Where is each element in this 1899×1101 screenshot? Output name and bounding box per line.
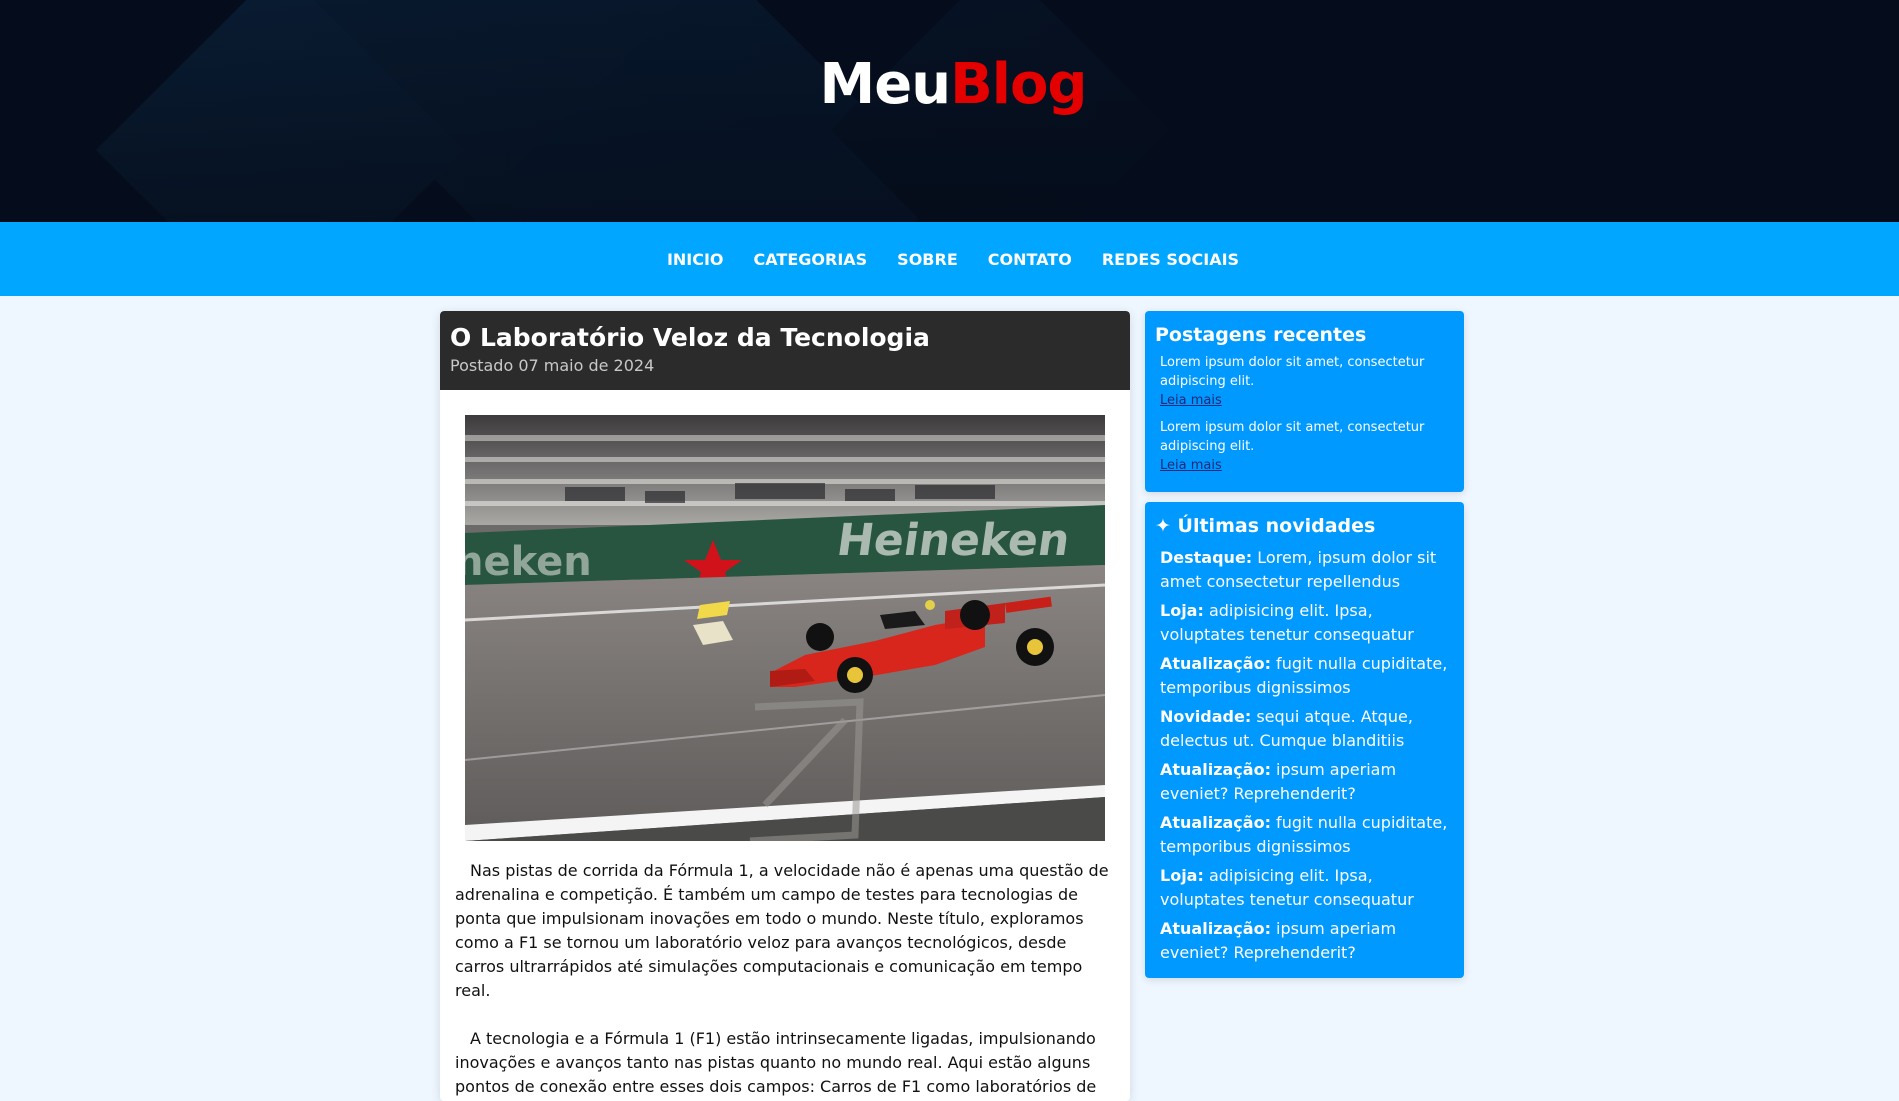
f1-car-illustration: Heineken neken: [465, 415, 1105, 841]
article-image: Heineken neken: [465, 415, 1105, 841]
nav-item-sobre[interactable]: SOBRE: [897, 250, 958, 269]
news-label: Atualização:: [1160, 760, 1271, 779]
recent-post-item: Lorem ipsum dolor sit amet, consectetur …: [1155, 418, 1454, 475]
article-body: Nas pistas de corrida da Fórmula 1, a ve…: [455, 859, 1115, 1101]
article-header: O Laboratório Veloz da Tecnologia Postad…: [440, 311, 1130, 390]
site-logo[interactable]: MeuBlog: [0, 52, 1899, 117]
news-label: Novidade:: [1160, 707, 1252, 726]
nav-item-redes-sociais[interactable]: REDES SOCIAIS: [1102, 250, 1239, 269]
news-list: Destaque: Lorem, ipsum dolor sit amet co…: [1155, 546, 1454, 965]
news-label: Destaque:: [1160, 548, 1253, 567]
latest-news-title: ✦ Últimas novidades: [1155, 515, 1376, 537]
recent-posts-card: Postagens recentes Lorem ipsum dolor sit…: [1145, 311, 1464, 492]
recent-post-text: Lorem ipsum dolor sit amet, consectetur …: [1160, 355, 1425, 389]
site-header: MeuBlog: [0, 0, 1899, 222]
news-label: Atualização:: [1160, 919, 1271, 938]
logo-text-meu: Meu: [819, 52, 951, 117]
news-item[interactable]: Loja: adipisicing elit. Ipsa, voluptates…: [1160, 599, 1454, 647]
news-item[interactable]: Atualização: ipsum aperiam eveniet? Repr…: [1160, 758, 1454, 806]
nav-item-categorias[interactable]: CATEGORIAS: [754, 250, 868, 269]
latest-news-card: ✦ Últimas novidades Destaque: Lorem, ips…: [1145, 502, 1464, 978]
recent-post-text: Lorem ipsum dolor sit amet, consectetur …: [1160, 420, 1425, 454]
news-item[interactable]: Atualização: fugit nulla cupiditate, tem…: [1160, 811, 1454, 859]
article-title[interactable]: O Laboratório Veloz da Tecnologia: [450, 322, 1120, 354]
article-paragraph: Nas pistas de corrida da Fórmula 1, a ve…: [455, 861, 1109, 1000]
news-item[interactable]: Novidade: sequi atque. Atque, delectus u…: [1160, 705, 1454, 753]
read-more-link[interactable]: Leia mais: [1160, 391, 1454, 410]
news-item[interactable]: Destaque: Lorem, ipsum dolor sit amet co…: [1160, 546, 1454, 594]
news-item[interactable]: Atualização: fugit nulla cupiditate, tem…: [1160, 652, 1454, 700]
news-item[interactable]: Atualização: ipsum aperiam eveniet? Repr…: [1160, 917, 1454, 965]
main-nav: INICIO CATEGORIAS SOBRE CONTATO REDES SO…: [0, 222, 1899, 296]
nav-item-inicio[interactable]: INICIO: [667, 250, 724, 269]
recent-post-item: Lorem ipsum dolor sit amet, consectetur …: [1155, 353, 1454, 410]
svg-text:Heineken: Heineken: [834, 515, 1073, 566]
recent-posts-title: Postagens recentes: [1155, 324, 1367, 346]
svg-text:neken: neken: [465, 539, 592, 585]
article-card: O Laboratório Veloz da Tecnologia Postad…: [440, 311, 1130, 1101]
news-label: Loja:: [1160, 866, 1204, 885]
news-item[interactable]: Loja: adipisicing elit. Ipsa, voluptates…: [1160, 864, 1454, 912]
nav-item-contato[interactable]: CONTATO: [988, 250, 1072, 269]
article-paragraph: A tecnologia e a Fórmula 1 (F1) estão in…: [455, 1029, 1097, 1096]
article-date: Postado 07 maio de 2024: [450, 356, 655, 375]
news-label: Atualização:: [1160, 654, 1271, 673]
news-label: Loja:: [1160, 601, 1204, 620]
logo-text-blog: Blog: [950, 52, 1087, 117]
news-label: Atualização:: [1160, 813, 1271, 832]
read-more-link[interactable]: Leia mais: [1160, 456, 1454, 475]
